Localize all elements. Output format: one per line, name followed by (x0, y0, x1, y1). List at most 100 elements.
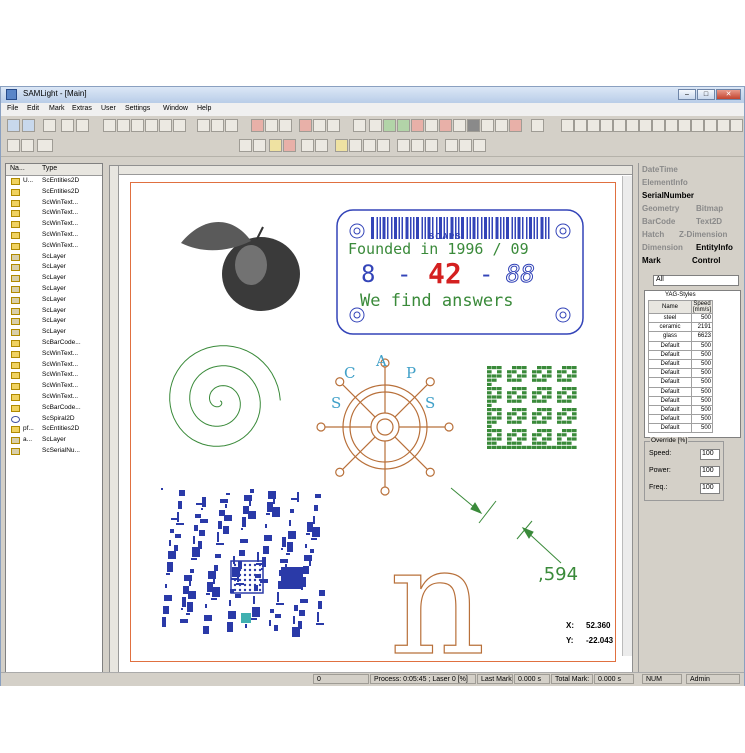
tree-row[interactable]: ScWinText... (6, 349, 102, 360)
pointer-icon[interactable] (717, 119, 730, 132)
tree-row[interactable]: ScSerialNu... (6, 446, 102, 457)
styles-header-speed[interactable]: Speed [mm/s] (691, 300, 713, 314)
tab-control[interactable]: Control (692, 256, 720, 265)
style-row[interactable]: glass 6623 (648, 331, 713, 342)
tree-row[interactable]: ScWinText... (6, 241, 102, 252)
close-button[interactable]: ✕ (716, 89, 741, 100)
tab-text2d[interactable]: Text2D (696, 217, 722, 226)
down-icon[interactable] (21, 139, 34, 152)
menu-window[interactable]: Window (163, 105, 188, 112)
up-icon[interactable] (7, 139, 20, 152)
style-row[interactable]: Default 500 (648, 377, 713, 388)
spiral-shape[interactable] (169, 345, 281, 447)
tree-row[interactable]: ScSpiral2D (6, 414, 102, 425)
node-edit-icon[interactable] (730, 119, 743, 132)
help-icon[interactable] (61, 119, 74, 132)
style-row[interactable]: Default 500 (648, 368, 713, 379)
datamatrix-code[interactable] (487, 366, 577, 449)
open-icon[interactable] (7, 119, 20, 132)
style-row[interactable]: Default 500 (648, 340, 713, 351)
tree-row[interactable]: ScBarCode... (6, 403, 102, 414)
zoom-all-icon[interactable] (425, 139, 438, 152)
select-icon[interactable] (335, 139, 348, 152)
drawing-editor[interactable]: n (109, 165, 633, 690)
style-row[interactable]: Default 500 (648, 423, 713, 434)
tree-row[interactable]: ScLayer (6, 327, 102, 338)
menu-user[interactable]: User (101, 105, 116, 112)
corner-icon[interactable] (279, 119, 292, 132)
ship-wheel[interactable] (316, 358, 454, 496)
minimize-button[interactable]: – (678, 89, 696, 100)
menu-extras[interactable]: Extras (72, 105, 92, 112)
style-row[interactable]: Default 500 (648, 349, 713, 360)
fit-icon[interactable] (411, 139, 424, 152)
frame-icon[interactable] (327, 119, 340, 132)
style-row[interactable]: Default 500 (648, 358, 713, 370)
tree-row[interactable]: ScEntities2D (6, 187, 102, 198)
align-left-icon[interactable] (103, 119, 116, 132)
rotate-icon[interactable] (211, 119, 224, 132)
menu-mark[interactable]: Mark (49, 105, 65, 112)
polygon-icon[interactable] (600, 119, 613, 132)
tree-row[interactable]: ScWinText... (6, 208, 102, 219)
style-row[interactable]: Default 500 (648, 395, 713, 406)
tree-row[interactable]: ScLayer (6, 316, 102, 327)
mark-red-icon[interactable] (251, 119, 264, 132)
arc-icon[interactable] (639, 119, 652, 132)
hatch-icon[interactable] (383, 119, 396, 132)
tree-row[interactable]: ScLayer (6, 252, 102, 263)
style-filter-select[interactable]: All (653, 275, 739, 286)
ellipse-icon[interactable] (626, 119, 639, 132)
style-row[interactable]: ceramic 2191 (648, 322, 713, 333)
yag-styles-table[interactable]: YAG-Styles Name Speed [mm/s] steel 500 cer… (644, 290, 741, 438)
text-icon[interactable] (495, 119, 508, 132)
zoom-in-icon[interactable] (445, 139, 458, 152)
cross-icon[interactable] (425, 119, 438, 132)
tab-elementinfo[interactable]: ElementInfo (642, 178, 688, 187)
drawing-canvas[interactable]: n (130, 182, 616, 690)
tree-header-name[interactable]: Na... (10, 165, 25, 172)
align-bottom-icon[interactable] (173, 119, 186, 132)
path-icon[interactable] (369, 119, 382, 132)
curve-icon[interactable] (665, 119, 678, 132)
serial-badge[interactable] (336, 209, 584, 335)
tree-row[interactable]: ScLayer (6, 284, 102, 295)
menu-edit[interactable]: Edit (27, 105, 39, 112)
step-one-icon[interactable] (37, 139, 53, 152)
tree-row[interactable]: pf... ScEntities2D (6, 424, 102, 435)
style-row[interactable]: Default 500 (648, 414, 713, 425)
bitmap-icon[interactable] (481, 119, 494, 132)
tree-row[interactable]: ScWinText... (6, 360, 102, 371)
tree-row[interactable]: U... ScEntities2D (6, 176, 102, 187)
grid-icon[interactable] (313, 119, 326, 132)
entity-tree[interactable]: Na... Type U... ScEntities2D ScEntities2D S… (5, 163, 103, 673)
wand-icon[interactable] (531, 119, 544, 132)
circuit-layout[interactable] (161, 488, 325, 637)
star-icon[interactable] (691, 119, 704, 132)
tree-row[interactable]: a... ScLayer (6, 435, 102, 446)
mirror-icon[interactable] (197, 119, 210, 132)
maximize-button[interactable]: □ (697, 89, 715, 100)
spiral-icon[interactable] (678, 119, 691, 132)
tab-hatch[interactable]: Hatch (642, 230, 664, 239)
save-icon[interactable] (22, 119, 35, 132)
tree-row[interactable]: ScLayer (6, 262, 102, 273)
tree-row[interactable]: ScWinText... (6, 198, 102, 209)
style-row[interactable]: Default 500 (648, 386, 713, 397)
circle-icon[interactable] (613, 119, 626, 132)
tab-geometry[interactable]: Geometry (642, 204, 679, 213)
menu-file[interactable]: File (7, 105, 18, 112)
red-block-icon[interactable] (299, 119, 312, 132)
hatched-letter-n[interactable]: n (388, 514, 486, 689)
tab-barcode[interactable]: BarCode (642, 217, 675, 226)
tree-row[interactable]: ScLayer (6, 273, 102, 284)
tree-row[interactable]: ScWinText... (6, 381, 102, 392)
pan-icon[interactable] (397, 139, 410, 152)
menu-settings[interactable]: Settings (125, 105, 150, 112)
align-top-icon[interactable] (145, 119, 158, 132)
print-icon[interactable] (239, 139, 252, 152)
preview-icon[interactable] (253, 139, 266, 152)
tab-datetime[interactable]: DateTime (642, 165, 678, 174)
tab-entityinfo[interactable]: EntityInfo (696, 243, 733, 252)
group-icon[interactable] (363, 139, 376, 152)
